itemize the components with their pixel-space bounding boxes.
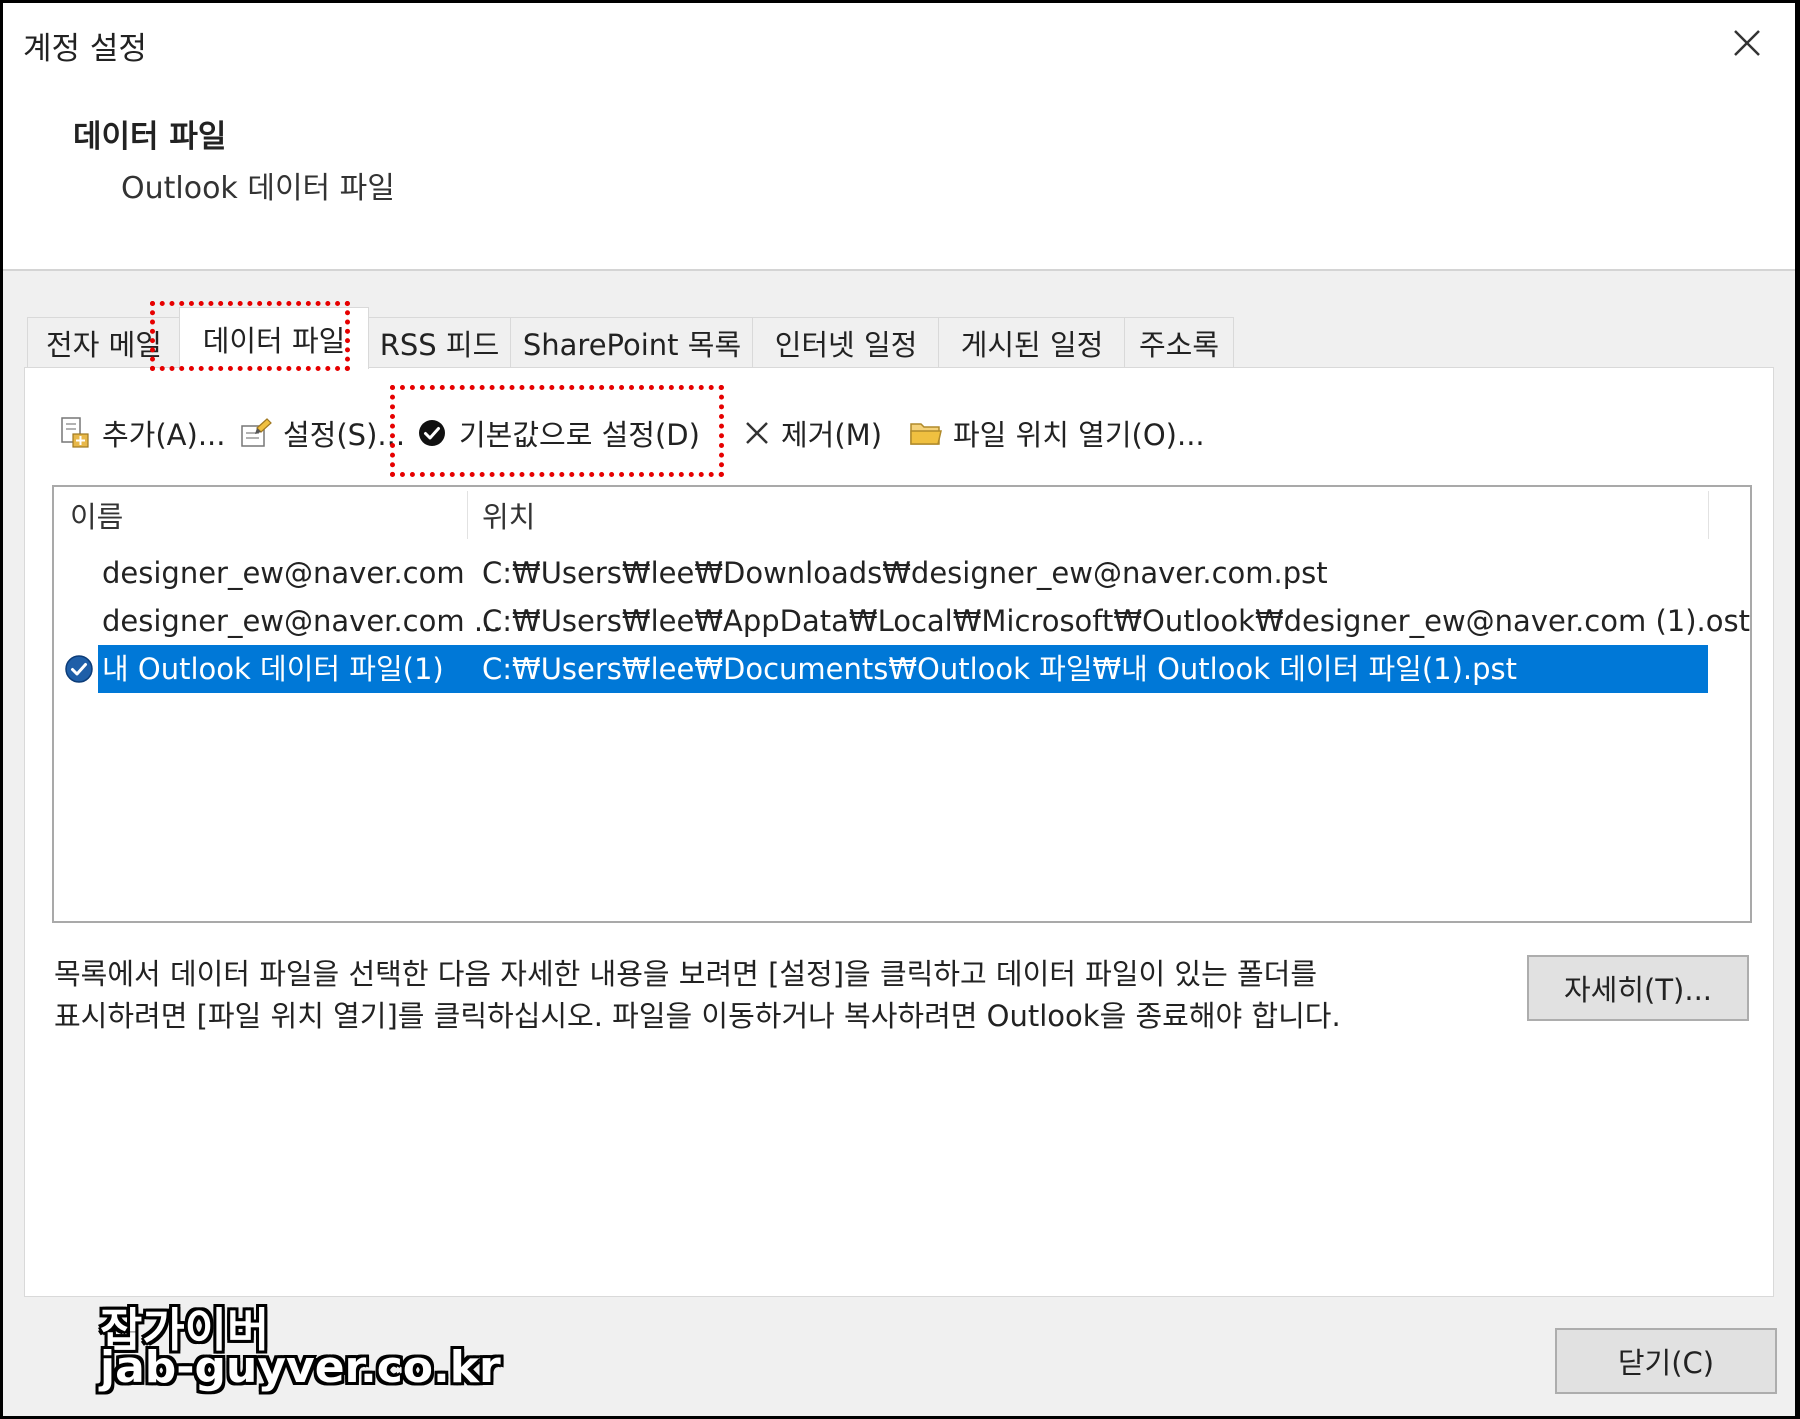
add-file-icon <box>58 416 92 450</box>
check-circle-icon <box>415 416 449 450</box>
settings-button-label: 설정(S)... <box>283 418 406 452</box>
set-default-button-label: 기본값으로 설정(D) <box>459 418 700 452</box>
set-default-button[interactable]: 기본값으로 설정(D) <box>415 411 700 455</box>
tab-address-books[interactable]: 주소록 <box>1124 317 1234 367</box>
close-icon <box>1734 30 1760 56</box>
folder-icon <box>909 416 943 450</box>
column-header-name[interactable]: 이름 <box>70 487 123 543</box>
column-separator <box>467 491 468 539</box>
dialog-header: 계정 설정 데이터 파일 Outlook 데이터 파일 <box>3 3 1795 271</box>
row-location: C:₩Users₩lee₩Downloads₩designer_ew@naver… <box>482 556 1328 590</box>
tab-email[interactable]: 전자 메일 <box>27 317 181 367</box>
row-location: C:₩Users₩lee₩Documents₩Outlook 파일₩내 Outl… <box>482 652 1518 686</box>
remove-button-label: 제거(M) <box>781 418 883 452</box>
table-row-selected[interactable]: 내 Outlook 데이터 파일(1) C:₩Users₩lee₩Documen… <box>54 645 1708 693</box>
x-icon <box>743 416 771 450</box>
add-button[interactable]: 추가(A)... <box>58 411 225 455</box>
account-settings-window: 계정 설정 데이터 파일 Outlook 데이터 파일 전자 메일 데이터 파일… <box>3 3 1795 1416</box>
row-name: designer_ew@naver.com ... <box>102 604 502 638</box>
default-check-icon <box>65 655 93 683</box>
column-header-location[interactable]: 위치 <box>482 487 535 543</box>
column-separator <box>1708 491 1709 539</box>
table-row[interactable]: designer_ew@naver.com ... C:₩Users₩lee₩A… <box>54 597 1750 645</box>
details-button[interactable]: 자세히(T)... <box>1527 955 1749 1021</box>
open-file-location-button-label: 파일 위치 열기(O)... <box>953 418 1205 452</box>
table-row[interactable]: designer_ew@naver.com C:₩Users₩lee₩Downl… <box>54 549 1704 597</box>
help-description-line: 목록에서 데이터 파일을 선택한 다음 자세한 내용을 보려면 [설정]을 클릭… <box>54 957 1318 991</box>
close-window-button[interactable] <box>1717 17 1777 69</box>
data-files-list[interactable]: 이름 위치 designer_ew@naver.com C:₩Users₩lee… <box>52 485 1752 923</box>
tab-sharepoint-lists[interactable]: SharePoint 목록 <box>510 317 754 367</box>
tab-internet-calendars[interactable]: 인터넷 일정 <box>752 317 940 367</box>
window-title: 계정 설정 <box>23 31 147 67</box>
settings-button[interactable]: 설정(S)... <box>239 411 405 455</box>
help-description: 목록에서 데이터 파일을 선택한 다음 자세한 내용을 보려면 [설정]을 클릭… <box>54 953 1514 1037</box>
row-location: C:₩Users₩lee₩AppData₩Local₩Microsoft₩Out… <box>482 604 1750 638</box>
remove-button[interactable]: 제거(M) <box>743 411 882 455</box>
row-name: 내 Outlook 데이터 파일(1) <box>102 652 444 686</box>
tab-data-files[interactable]: 데이터 파일 <box>179 307 369 369</box>
close-button[interactable]: 닫기(C) <box>1555 1328 1777 1394</box>
row-name: designer_ew@naver.com <box>102 556 465 590</box>
help-description-line: 표시하려면 [파일 위치 열기]를 클릭하십시오. 파일을 이동하거나 복사하려… <box>54 999 1341 1033</box>
watermark-url: jab-guyver.co.kr <box>100 1342 501 1393</box>
open-file-location-button[interactable]: 파일 위치 열기(O)... <box>909 411 1205 455</box>
tab-rss-feeds[interactable]: RSS 피드 <box>367 317 512 367</box>
tab-published-calendars[interactable]: 게시된 일정 <box>938 317 1126 367</box>
add-button-label: 추가(A)... <box>102 418 226 452</box>
header-subtitle: Outlook 데이터 파일 <box>121 171 395 206</box>
header-title: 데이터 파일 <box>73 119 227 155</box>
settings-file-icon <box>239 416 273 450</box>
